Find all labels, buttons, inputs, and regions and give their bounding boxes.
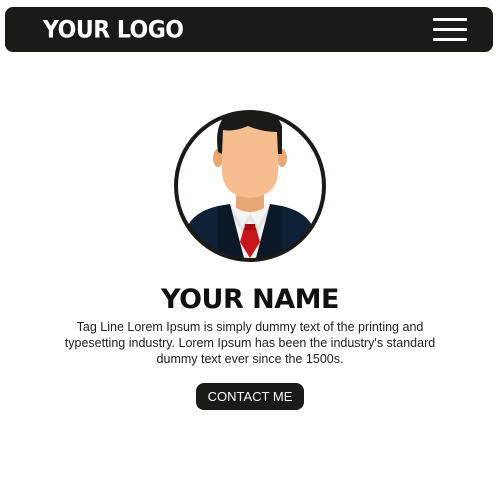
hamburger-menu-icon[interactable] [431, 17, 469, 43]
contact-me-button[interactable]: CONTACT ME [196, 383, 304, 410]
profile-name: YOUR NAME [161, 284, 339, 315]
page: YOUR LOGO YOUR NAME Tag Line Lorem Ipsum… [0, 0, 500, 500]
person-avatar-icon [172, 108, 328, 264]
tagline-text: Tag Line Lorem Ipsum is simply dummy tex… [64, 320, 436, 366]
logo[interactable]: YOUR LOGO [43, 18, 184, 43]
menu-line [433, 38, 467, 41]
menu-line [433, 28, 467, 31]
navbar: YOUR LOGO [5, 7, 493, 52]
menu-line [433, 18, 467, 21]
